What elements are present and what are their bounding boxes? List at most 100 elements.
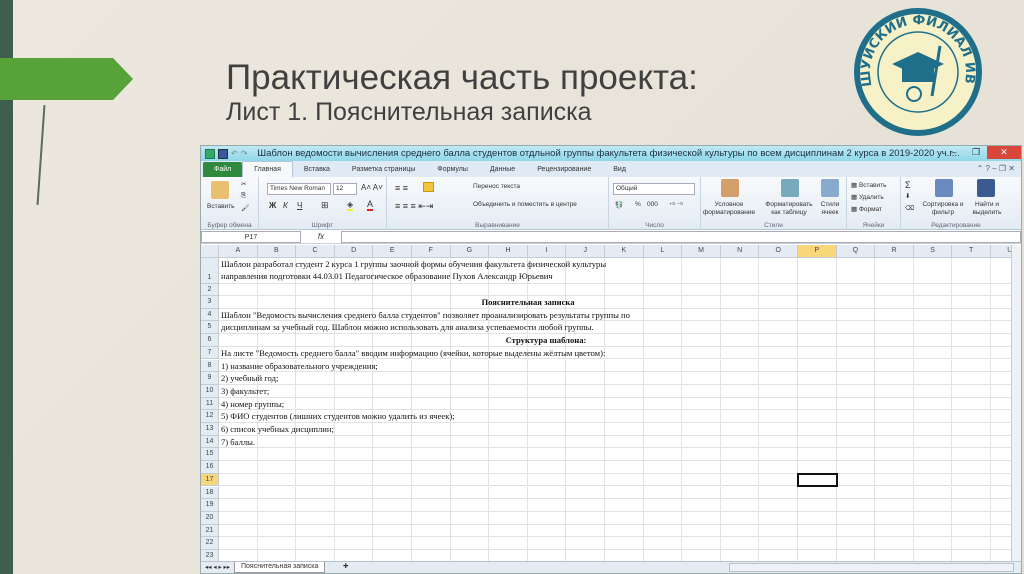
cell[interactable] bbox=[334, 448, 374, 462]
cell[interactable] bbox=[450, 372, 490, 385]
cell[interactable] bbox=[720, 410, 760, 423]
cell[interactable] bbox=[373, 372, 412, 385]
cell[interactable] bbox=[412, 473, 451, 487]
cell[interactable] bbox=[334, 397, 374, 411]
cell[interactable] bbox=[836, 524, 876, 538]
name-box[interactable]: P17 bbox=[201, 230, 301, 243]
cell[interactable] bbox=[334, 284, 374, 296]
cell[interactable] bbox=[798, 448, 837, 462]
cell[interactable] bbox=[836, 321, 876, 335]
cell[interactable] bbox=[952, 486, 991, 500]
cell[interactable] bbox=[412, 423, 451, 436]
cell[interactable] bbox=[605, 359, 644, 373]
column-header[interactable]: L bbox=[643, 245, 683, 258]
cell[interactable] bbox=[952, 321, 991, 335]
cell[interactable] bbox=[373, 397, 412, 411]
cut-icon[interactable]: ✂ bbox=[241, 180, 246, 188]
cell[interactable] bbox=[334, 423, 374, 436]
cell[interactable] bbox=[605, 384, 644, 398]
cell[interactable] bbox=[257, 284, 297, 296]
cell[interactable] bbox=[296, 296, 335, 309]
column-header[interactable]: D bbox=[334, 245, 374, 258]
row-header[interactable]: 8 bbox=[201, 359, 219, 373]
cell[interactable] bbox=[913, 397, 953, 411]
tab-insert[interactable]: Вставка bbox=[293, 162, 341, 177]
format-table-icon[interactable] bbox=[781, 179, 799, 197]
cell[interactable] bbox=[952, 473, 991, 487]
fill-color-icon[interactable]: ◈ bbox=[347, 200, 354, 211]
cell[interactable] bbox=[720, 359, 760, 373]
cell[interactable] bbox=[682, 499, 721, 512]
cell[interactable] bbox=[412, 359, 451, 373]
cell-styles-icon[interactable] bbox=[821, 179, 839, 197]
cell[interactable] bbox=[296, 372, 335, 385]
cell[interactable] bbox=[450, 473, 490, 487]
cell[interactable] bbox=[605, 423, 644, 436]
cell[interactable] bbox=[720, 423, 760, 436]
row-header[interactable]: 18 bbox=[201, 486, 219, 500]
cell[interactable] bbox=[643, 410, 683, 423]
cell[interactable] bbox=[334, 334, 374, 347]
cell[interactable] bbox=[257, 537, 297, 550]
cell[interactable] bbox=[720, 473, 760, 487]
spreadsheet-grid[interactable]: A B C D E F G H I J K L M N O P Q R S T U 1 2 3 4 5 6 7 8 9 10 11 12 13 14… bbox=[201, 245, 1021, 563]
cell[interactable] bbox=[952, 308, 991, 322]
cell[interactable] bbox=[682, 372, 721, 385]
column-header[interactable]: O bbox=[759, 245, 798, 258]
cell[interactable] bbox=[219, 511, 258, 525]
row-header[interactable]: 7 bbox=[201, 346, 219, 360]
cell[interactable] bbox=[412, 435, 451, 449]
cell[interactable] bbox=[798, 423, 837, 436]
tab-review[interactable]: Рецензирование bbox=[526, 162, 602, 177]
cell[interactable] bbox=[682, 321, 721, 335]
cell[interactable] bbox=[219, 334, 258, 347]
cell[interactable] bbox=[643, 448, 683, 462]
cell[interactable] bbox=[334, 537, 374, 550]
bold-button[interactable]: Ж bbox=[269, 201, 276, 210]
row-header[interactable]: 20 bbox=[201, 511, 219, 525]
cell[interactable] bbox=[257, 486, 297, 500]
cell[interactable] bbox=[759, 346, 798, 360]
cell[interactable] bbox=[527, 359, 567, 373]
cell[interactable] bbox=[836, 296, 876, 309]
column-header[interactable]: C bbox=[296, 245, 335, 258]
cell[interactable] bbox=[373, 473, 412, 487]
undo-icon[interactable]: ↶ bbox=[231, 149, 238, 159]
cell[interactable] bbox=[643, 372, 683, 385]
cell[interactable] bbox=[798, 258, 837, 284]
cell[interactable] bbox=[759, 308, 798, 322]
cell[interactable] bbox=[913, 524, 953, 538]
cell[interactable] bbox=[489, 372, 528, 385]
tab-home[interactable]: Главная bbox=[242, 161, 293, 177]
cell[interactable] bbox=[643, 499, 683, 512]
cell[interactable] bbox=[798, 359, 837, 373]
paste-button[interactable]: Вставить bbox=[207, 203, 235, 210]
row-header[interactable]: 21 bbox=[201, 524, 219, 538]
underline-button[interactable]: Ч bbox=[297, 201, 302, 210]
select-all-corner[interactable] bbox=[201, 245, 219, 258]
cell[interactable] bbox=[373, 359, 412, 373]
cell[interactable] bbox=[875, 486, 914, 500]
number-format-select[interactable]: Общий bbox=[613, 183, 695, 195]
cell[interactable] bbox=[296, 537, 335, 550]
horizontal-scrollbar[interactable] bbox=[729, 563, 1014, 572]
column-header[interactable]: Q bbox=[836, 245, 876, 258]
cell[interactable] bbox=[643, 511, 683, 525]
cell[interactable] bbox=[875, 448, 914, 462]
cell[interactable] bbox=[720, 537, 760, 550]
cell[interactable] bbox=[527, 524, 567, 538]
cell[interactable] bbox=[952, 511, 991, 525]
delete-cells-button[interactable]: ▦ Удалить bbox=[851, 193, 884, 201]
cell[interactable] bbox=[836, 448, 876, 462]
cell[interactable] bbox=[412, 486, 451, 500]
cell[interactable] bbox=[875, 511, 914, 525]
cell[interactable] bbox=[605, 499, 644, 512]
cell[interactable] bbox=[566, 397, 605, 411]
cell[interactable] bbox=[566, 435, 605, 449]
cell[interactable] bbox=[798, 524, 837, 538]
cell[interactable] bbox=[913, 410, 953, 423]
cell[interactable] bbox=[875, 524, 914, 538]
cell[interactable] bbox=[682, 537, 721, 550]
cell[interactable] bbox=[412, 397, 451, 411]
cell[interactable] bbox=[720, 448, 760, 462]
